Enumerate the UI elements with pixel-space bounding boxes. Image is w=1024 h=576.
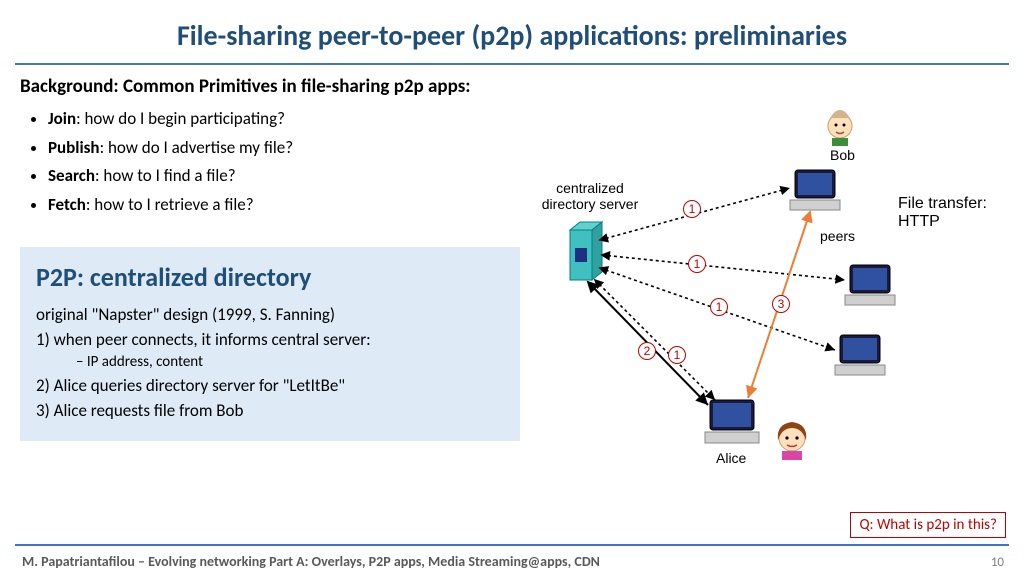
desc: : how to I retrieve a file?: [86, 194, 254, 215]
step-number: 3: [772, 295, 790, 313]
computer-icon: [845, 265, 895, 305]
box-line: 1) when peer connects, it informs centra…: [36, 328, 504, 353]
step-number: 1: [683, 200, 701, 218]
box-title: P2P: centralized directory: [36, 261, 504, 293]
slide-title: File-sharing peer-to-peer (p2p) applicat…: [0, 0, 1024, 63]
network-diagram: centralized directory server Bob Alice p…: [540, 100, 1010, 480]
desc: : how do I begin participating?: [76, 108, 285, 129]
step-number: 1: [688, 255, 706, 273]
centralized-directory-box: P2P: centralized directory original "Nap…: [20, 247, 520, 441]
list-item: Fetch: how to I retrieve a file?: [48, 192, 530, 218]
list-item: Search: how to I find a file?: [48, 163, 530, 189]
transfer-label: File transfer: HTTP: [898, 195, 1008, 231]
box-subline: – IP address, content: [36, 352, 504, 374]
list-item: Publish: how do I advertise my file?: [48, 135, 530, 161]
term: Fetch: [48, 194, 86, 215]
server-label: centralized directory server: [530, 180, 650, 212]
peers-label: peers: [820, 228, 855, 244]
box-line: 3) Alice requests file from Bob: [36, 399, 504, 424]
computer-icon: [835, 335, 885, 375]
term: Join: [48, 108, 76, 129]
desc: : how to I find a file?: [95, 165, 236, 186]
step-number: 1: [668, 346, 686, 364]
term: Search: [48, 165, 95, 186]
box-line: original "Napster" design (1999, S. Fann…: [36, 303, 504, 328]
footer-divider: [15, 544, 1009, 546]
bob-avatar-icon: [828, 110, 852, 146]
background-heading: Background: Common Primitives in file-sh…: [20, 75, 530, 98]
server-icon: [570, 222, 602, 280]
computer-icon: [790, 170, 840, 210]
left-column: Background: Common Primitives in file-sh…: [20, 75, 530, 441]
alice-avatar-icon: [778, 422, 806, 460]
box-line: 2) Alice queries directory server for "L…: [36, 374, 504, 399]
diagram-svg: [540, 100, 1010, 480]
page-number: 10: [991, 555, 1004, 570]
desc: : how do I advertise my file?: [100, 137, 294, 158]
step-number: 2: [638, 342, 656, 360]
question-callout: Q: What is p2p in this?: [850, 512, 1006, 538]
primitives-list: Join: how do I begin participating? Publ…: [20, 106, 530, 217]
footer-text: M. Papatriantafilou – Evolving networkin…: [22, 553, 600, 570]
alice-label: Alice: [716, 450, 746, 466]
box-body: original "Napster" design (1999, S. Fann…: [36, 303, 504, 423]
computer-icon: [705, 400, 759, 443]
step-number: 1: [710, 298, 728, 316]
term: Publish: [48, 137, 100, 158]
list-item: Join: how do I begin participating?: [48, 106, 530, 132]
bob-label: Bob: [830, 147, 855, 163]
